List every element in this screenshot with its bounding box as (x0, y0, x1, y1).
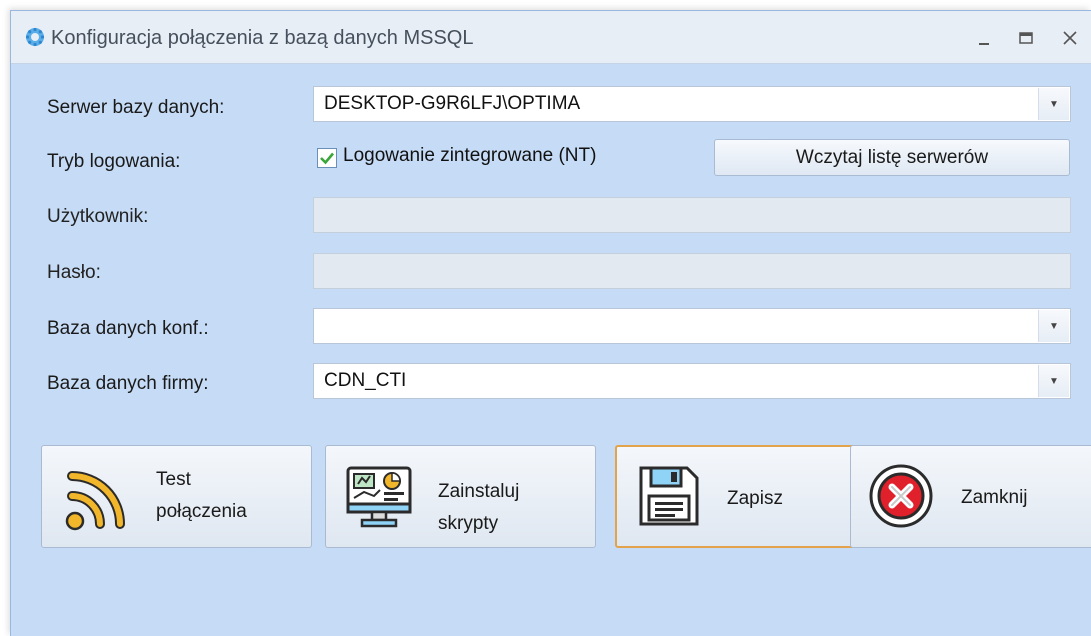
close-button[interactable]: Zamknij (850, 445, 1091, 548)
login-mode-label: Tryb logowania: (47, 151, 181, 172)
company-db-label: Baza danych firmy: (47, 373, 209, 394)
close-circle-icon (869, 464, 933, 528)
config-db-label: Baza danych konf.: (47, 318, 209, 339)
server-label: Serwer bazy danych: (47, 97, 225, 118)
close-icon (1063, 31, 1077, 45)
integrated-login-label[interactable]: Logowanie zintegrowane (NT) (343, 145, 596, 167)
minimize-button[interactable] (971, 25, 997, 51)
server-dropdown-button[interactable]: ▼ (1038, 88, 1069, 120)
save-label: Zapisz (727, 488, 783, 509)
monitor-dashboard-icon (346, 466, 412, 528)
checkmark-icon (320, 152, 334, 165)
maximize-button[interactable] (1013, 25, 1039, 51)
password-label: Hasło: (47, 262, 101, 283)
load-servers-button[interactable]: Wczytaj listę serwerów (714, 139, 1070, 176)
title-bar[interactable]: Konfiguracja połączenia z bazą danych MS… (11, 11, 1091, 64)
integrated-login-checkbox[interactable] (317, 148, 337, 168)
config-db-combobox[interactable]: ▼ (313, 308, 1071, 344)
company-db-dropdown-button[interactable]: ▼ (1038, 365, 1069, 397)
window-title: Konfiguracja połączenia z bazą danych MS… (51, 27, 474, 49)
install-scripts-button[interactable]: Zainstaluj skrypty (325, 445, 596, 548)
password-input[interactable] (313, 253, 1071, 289)
minimize-icon (979, 43, 989, 45)
server-value: DESKTOP-G9R6LFJ\OPTIMA (324, 93, 581, 114)
floppy-disk-icon (639, 466, 699, 526)
save-button[interactable]: Zapisz (615, 445, 886, 548)
chevron-down-icon: ▼ (1049, 320, 1059, 332)
chevron-down-icon: ▼ (1049, 98, 1059, 110)
company-db-combobox[interactable]: CDN_CTI ▼ (313, 363, 1071, 399)
test-connection-button[interactable]: Test połączenia (41, 445, 312, 548)
chevron-down-icon: ▼ (1049, 375, 1059, 387)
config-window: Konfiguracja połączenia z bazą danych MS… (10, 10, 1091, 636)
install-label-line2: skrypty (438, 513, 499, 534)
user-input[interactable] (313, 197, 1071, 233)
app-gear-icon (25, 27, 45, 47)
wifi-signal-icon (65, 471, 125, 531)
company-db-value: CDN_CTI (324, 370, 407, 391)
server-combobox[interactable]: DESKTOP-G9R6LFJ\OPTIMA ▼ (313, 86, 1071, 122)
config-db-dropdown-button[interactable]: ▼ (1038, 310, 1069, 342)
test-label-line1: Test (156, 469, 191, 490)
install-label-line1: Zainstaluj (438, 481, 520, 502)
test-label-line2: połączenia (156, 501, 247, 522)
user-label: Użytkownik: (47, 206, 149, 227)
close-label: Zamknij (961, 487, 1028, 508)
close-window-button[interactable] (1057, 25, 1083, 51)
maximize-icon (1019, 32, 1033, 44)
